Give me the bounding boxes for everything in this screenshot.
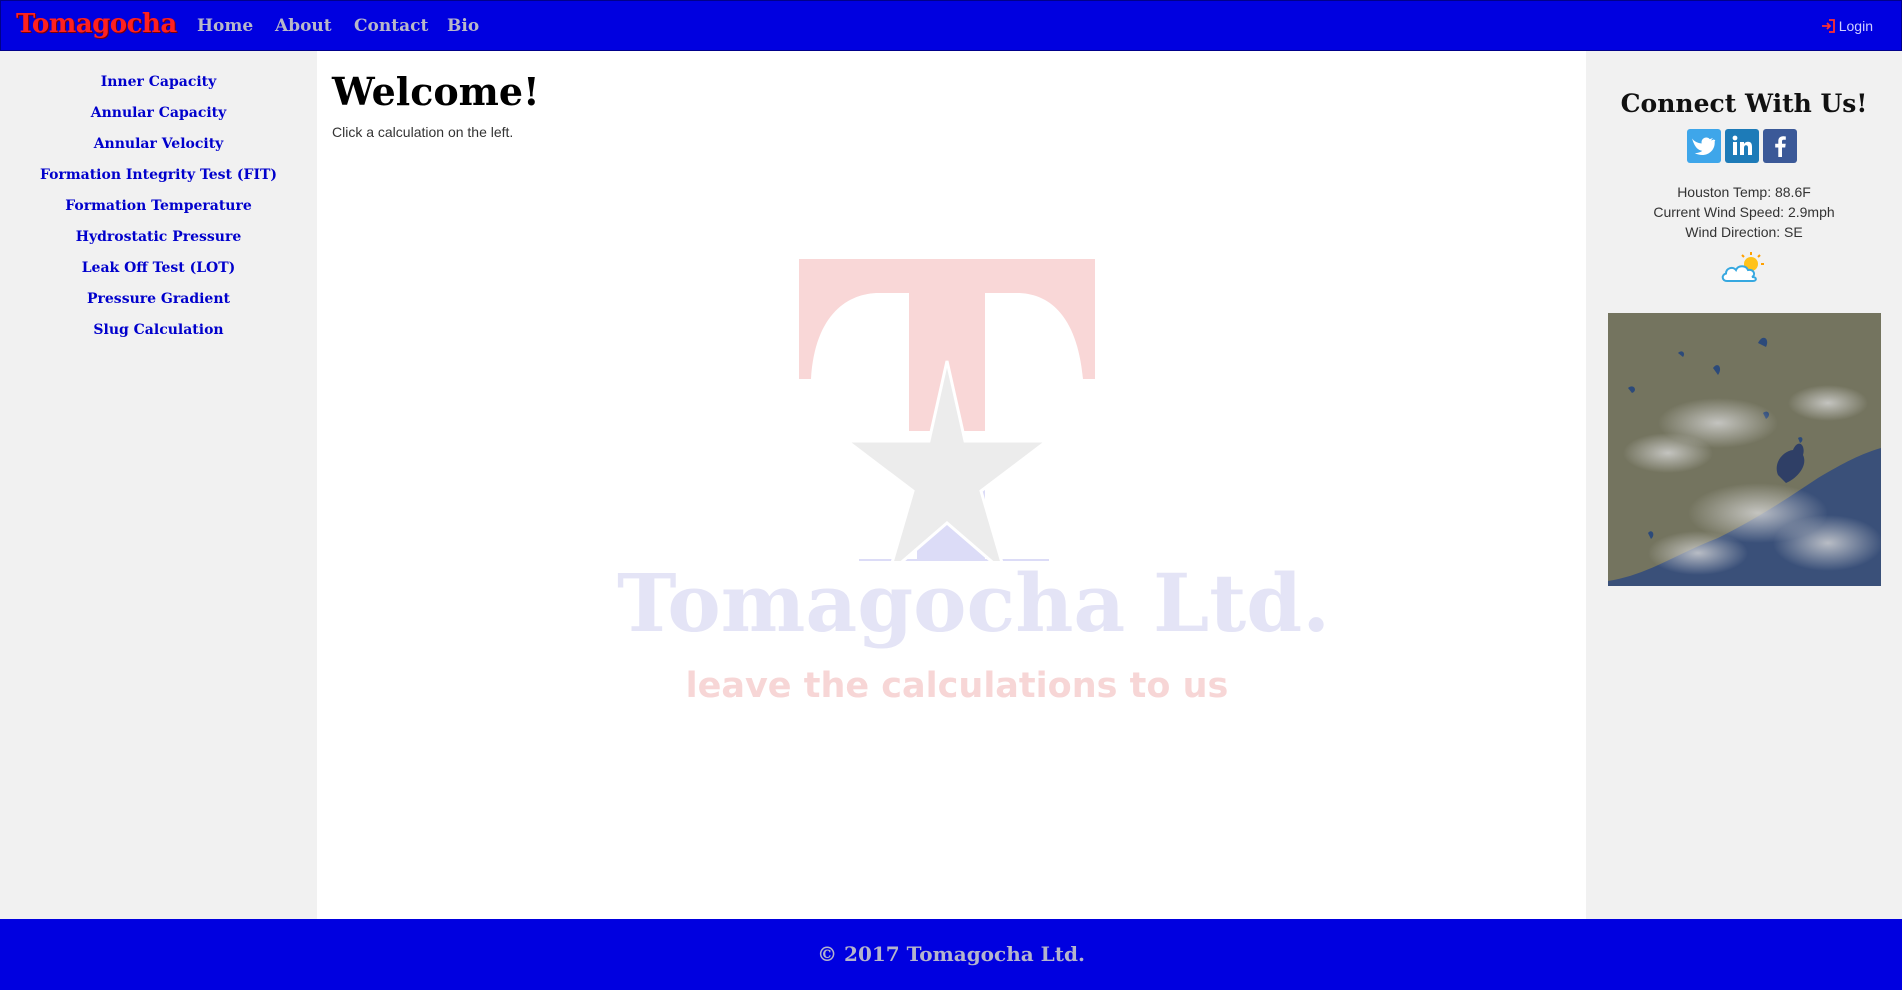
t-star-emblem bbox=[799, 259, 1095, 579]
main-content: Welcome! Click a calculation on the left… bbox=[317, 51, 1586, 919]
houston-temp-text: Houston Temp: 88.6F bbox=[1677, 184, 1811, 200]
sidebar-link-annular-velocity[interactable]: Annular Velocity bbox=[0, 136, 317, 152]
sidebar-link-slug-calculation[interactable]: Slug Calculation bbox=[0, 322, 317, 338]
page-footer: © 2017 Tomagocha Ltd. bbox=[0, 919, 1902, 990]
sidebar-link-annular-capacity[interactable]: Annular Capacity bbox=[0, 105, 317, 121]
wind-speed-text: Current Wind Speed: 2.9mph bbox=[1653, 204, 1835, 220]
instruction-text: Click a calculation on the left. bbox=[332, 124, 514, 140]
nav-bio-link[interactable]: Bio bbox=[447, 16, 479, 36]
company-watermark-logo: Tomagocha Ltd. leave the calculations to… bbox=[617, 201, 1331, 841]
right-panel: Connect With Us! Houston Temp: 88.6F Cur… bbox=[1586, 51, 1902, 919]
linkedin-icon[interactable] bbox=[1725, 129, 1759, 163]
nav-contact-link[interactable]: Contact bbox=[354, 16, 428, 36]
sidebar-link-hydrostatic-pressure[interactable]: Hydrostatic Pressure bbox=[0, 229, 317, 245]
calculation-sidebar: Inner Capacity Annular Capacity Annular … bbox=[0, 51, 317, 919]
nav-about-link[interactable]: About bbox=[275, 16, 332, 36]
sidebar-link-lot[interactable]: Leak Off Test (LOT) bbox=[0, 260, 317, 276]
twitter-icon[interactable] bbox=[1687, 129, 1721, 163]
sidebar-link-pressure-gradient[interactable]: Pressure Gradient bbox=[0, 291, 317, 307]
watermark-tagline: leave the calculations to us bbox=[685, 666, 1229, 706]
weather-radar-map[interactable] bbox=[1608, 313, 1883, 586]
sidebar-link-inner-capacity[interactable]: Inner Capacity bbox=[0, 74, 317, 90]
sidebar-link-formation-temperature[interactable]: Formation Temperature bbox=[0, 198, 317, 214]
watermark-company-name: Tomagocha Ltd. bbox=[617, 556, 1331, 650]
brand-logo-text[interactable]: Tomagocha bbox=[16, 9, 177, 39]
login-icon bbox=[1821, 19, 1836, 33]
top-navbar: Tomagocha Home About Contact Bio Login bbox=[0, 0, 1902, 51]
login-link[interactable]: Login bbox=[1821, 18, 1873, 34]
partly-cloudy-icon bbox=[1719, 251, 1769, 292]
sidebar-link-fit[interactable]: Formation Integrity Test (FIT) bbox=[0, 167, 317, 183]
wind-direction-text: Wind Direction: SE bbox=[1685, 224, 1803, 240]
page-title: Welcome! bbox=[332, 69, 540, 114]
nav-home-link[interactable]: Home bbox=[197, 16, 253, 36]
login-label: Login bbox=[1838, 18, 1873, 34]
footer-copyright: © 2017 Tomagocha Ltd. bbox=[817, 942, 1085, 966]
facebook-icon[interactable] bbox=[1763, 129, 1797, 163]
connect-heading: Connect With Us! bbox=[1620, 89, 1868, 118]
